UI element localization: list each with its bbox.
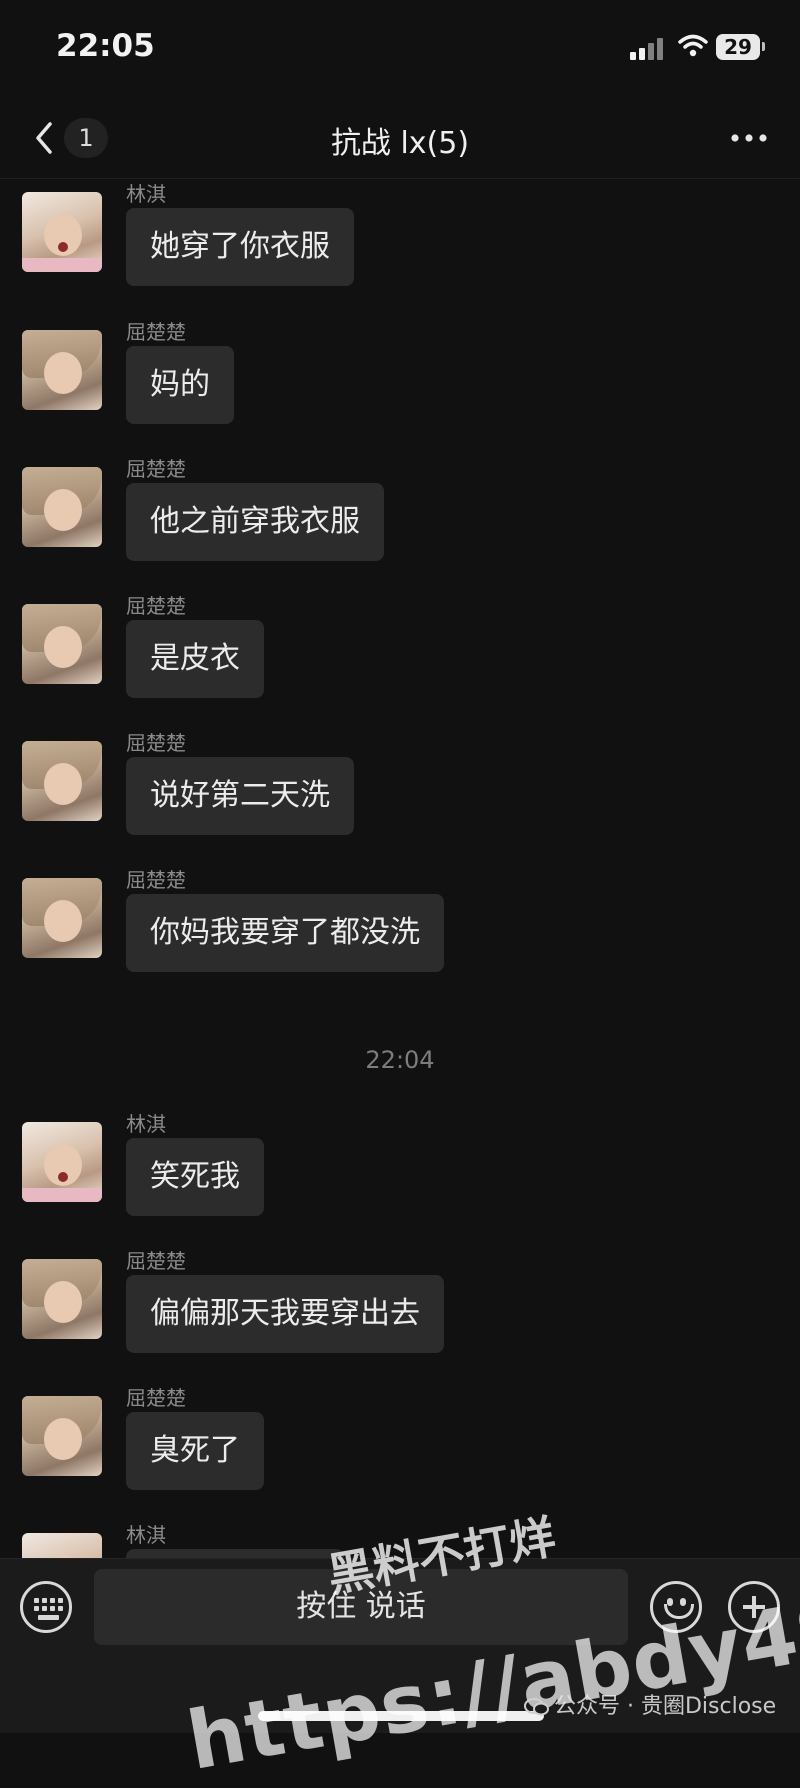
girl-avatar[interactable] [22, 1259, 102, 1339]
sender-name: 屈楚楚 [126, 731, 186, 755]
sender-name: 屈楚楚 [126, 1249, 186, 1273]
kid-avatar[interactable] [22, 192, 102, 272]
sender-name: 屈楚楚 [126, 1386, 186, 1410]
cellular-signal-icon [630, 38, 664, 60]
chat-title: 抗战 lx(5) [330, 126, 470, 161]
back-chevron-icon[interactable] [28, 118, 64, 158]
girl-avatar[interactable] [22, 878, 102, 958]
message-bubble[interactable]: 他之前穿我衣服 [126, 483, 384, 561]
girl-avatar[interactable] [22, 1396, 102, 1476]
sender-name: 屈楚楚 [126, 320, 186, 344]
message-bubble[interactable]: 说好第二天洗 [126, 757, 354, 835]
girl-avatar[interactable] [22, 330, 102, 410]
message-bubble[interactable]: 妈的 [126, 346, 234, 424]
message-bubble[interactable]: 她穿了你衣服 [126, 208, 354, 286]
watermark-source-text: 公众号 · 贵圈Disclose [554, 1694, 777, 1719]
message-bubble[interactable]: 臭死了 [126, 1412, 264, 1490]
sender-name: 屈楚楚 [126, 457, 186, 481]
unread-count-badge[interactable]: 1 [64, 118, 108, 158]
keyboard-toggle-icon[interactable] [20, 1581, 72, 1633]
message-bubble[interactable]: 偏偏那天我要穿出去 [126, 1275, 444, 1353]
girl-avatar[interactable] [22, 604, 102, 684]
more-options-icon[interactable] [724, 120, 774, 156]
wechat-icon [524, 1698, 549, 1716]
message-bubble[interactable]: 笑死我 [126, 1138, 264, 1216]
girl-avatar[interactable] [22, 467, 102, 547]
sender-name: 林淇 [126, 182, 166, 206]
time-divider: 22:04 [365, 1046, 435, 1074]
message-list[interactable]: 林淇 她穿了你衣服 屈楚楚 妈的 屈楚楚 他之前穿我衣服 屈楚楚 是皮衣 屈楚楚… [0, 178, 800, 1558]
kid-avatar[interactable] [22, 1533, 102, 1558]
wifi-icon [678, 34, 708, 57]
message-bubble[interactable] [126, 1549, 344, 1558]
battery-tip [762, 42, 765, 51]
watermark-source: 公众号 · 贵圈Disclose [524, 1688, 776, 1720]
sender-name: 屈楚楚 [126, 868, 186, 892]
chat-header: 1 抗战 lx(5) [0, 100, 800, 179]
message-bubble[interactable]: 是皮衣 [126, 620, 264, 698]
sender-name: 林淇 [126, 1523, 166, 1547]
message-bubble[interactable]: 你妈我要穿了都没洗 [126, 894, 444, 972]
kid-avatar[interactable] [22, 1122, 102, 1202]
battery-icon: 29 [716, 34, 760, 60]
sender-name: 林淇 [126, 1112, 166, 1136]
status-time: 22:05 [56, 28, 155, 64]
girl-avatar[interactable] [22, 741, 102, 821]
sender-name: 屈楚楚 [126, 594, 186, 618]
status-bar: 22:05 29 [0, 0, 800, 100]
